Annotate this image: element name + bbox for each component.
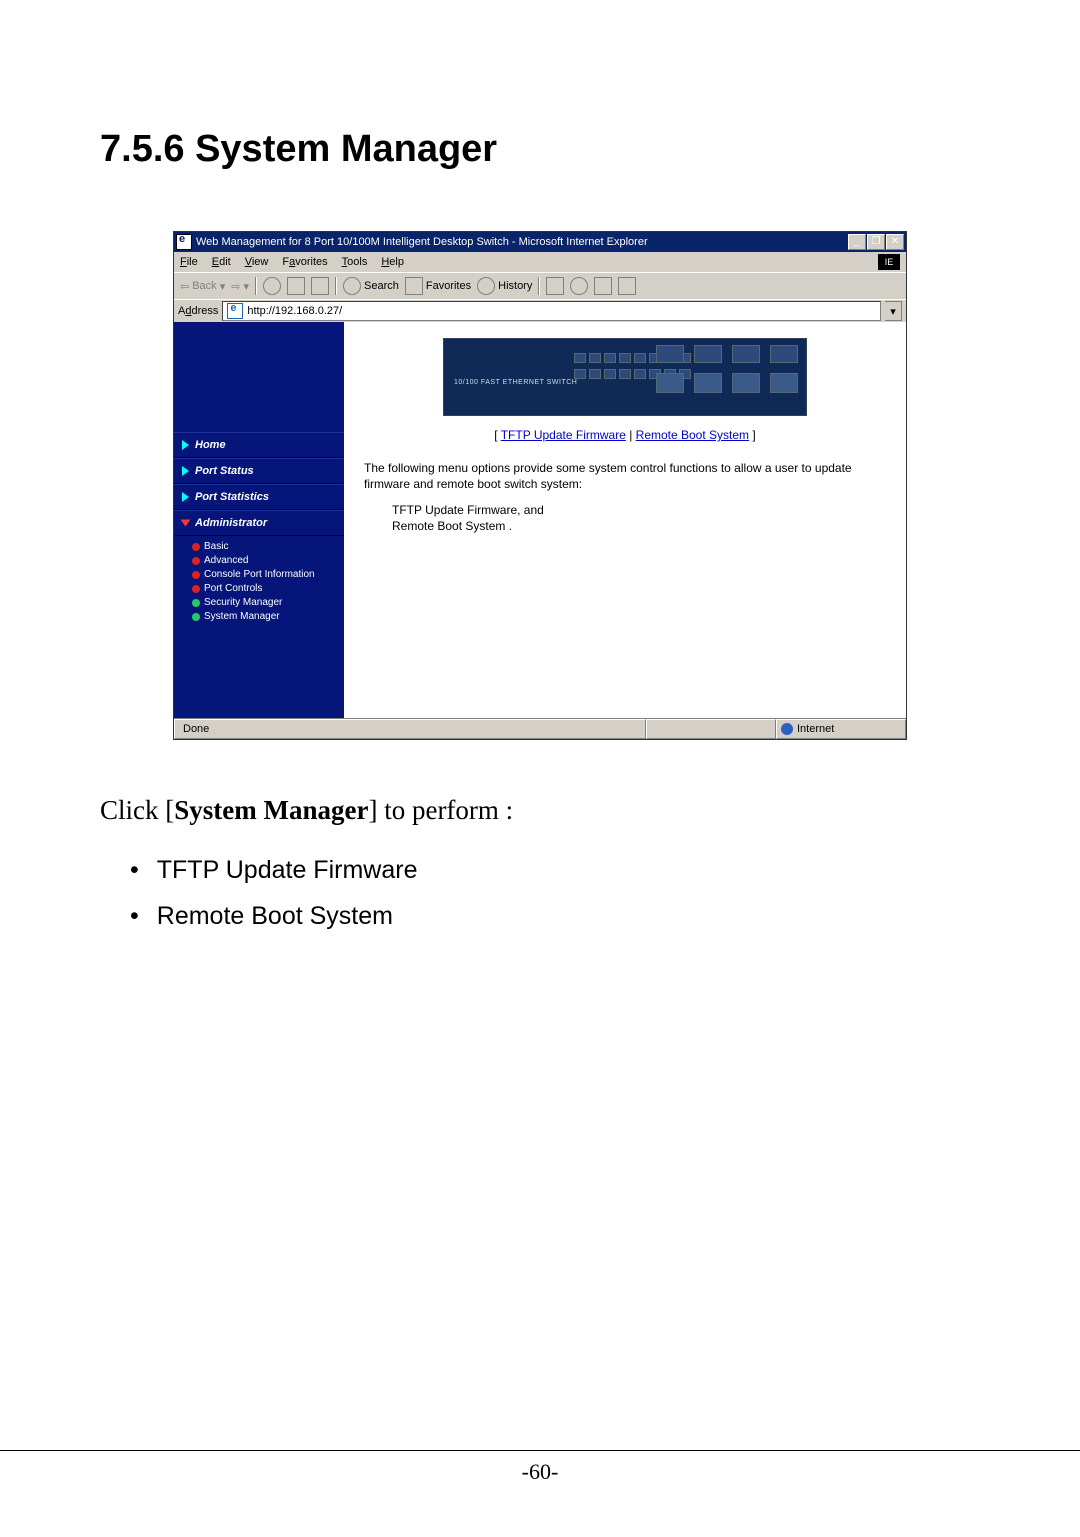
link-separator: | (626, 428, 636, 442)
menu-view[interactable]: View (245, 256, 269, 268)
search-button[interactable]: Search (343, 277, 399, 295)
forward-button[interactable]: ⇨ ▾ (231, 280, 249, 293)
mail-icon[interactable] (546, 277, 564, 295)
stop-icon[interactable] (263, 277, 281, 295)
bullet-icon (192, 585, 200, 593)
bullet-icon (192, 599, 200, 607)
arrow-icon (182, 492, 189, 502)
menu-help[interactable]: Help (381, 256, 404, 268)
toolbar: ⇦ Back ▾ ⇨ ▾ Search Favorites History (174, 272, 906, 299)
menu-file[interactable]: File (180, 256, 198, 268)
sidebar-item-label: Administrator (195, 517, 267, 529)
sidebar-sub-console[interactable]: Console Port Information (192, 568, 344, 582)
sidebar-sub-system-manager[interactable]: System Manager (192, 610, 344, 624)
address-value: http://192.168.0.27/ (247, 305, 342, 317)
sidebar-sub-advanced[interactable]: Advanced (192, 554, 344, 568)
minimize-button[interactable]: _ (848, 234, 866, 250)
sidebar-item-home[interactable]: Home (174, 432, 344, 458)
page-description: The following menu options provide some … (344, 460, 906, 492)
device-graphic: 10/100 FAST ETHERNET SWITCH (443, 338, 807, 416)
sidebar-item-administrator[interactable]: Administrator (174, 510, 344, 536)
instruction-bullet-2: Remote Boot System (130, 896, 980, 936)
home-icon[interactable] (311, 277, 329, 295)
back-button[interactable]: ⇦ Back ▾ (180, 280, 225, 293)
sidebar-sub-port-controls[interactable]: Port Controls (192, 582, 344, 596)
discuss-icon[interactable] (618, 277, 636, 295)
address-dropdown-button[interactable]: ▾ (885, 301, 902, 321)
section-heading: 7.5.6 System Manager (100, 128, 980, 171)
sidebar-item-label: Home (195, 439, 226, 451)
main-content: 10/100 FAST ETHERNET SWITCH [ TFTP Updat… (344, 322, 906, 718)
arrow-down-icon (181, 520, 191, 527)
favorites-button[interactable]: Favorites (405, 277, 471, 295)
menu-tools[interactable]: Tools (342, 256, 368, 268)
edit-icon[interactable] (594, 277, 612, 295)
page-number: -60- (0, 1450, 1080, 1485)
sidebar-item-port-status[interactable]: Port Status (174, 458, 344, 484)
link-tftp-update-firmware[interactable]: TFTP Update Firmware (501, 428, 626, 442)
page-icon (227, 303, 243, 319)
bullet-icon (192, 557, 200, 565)
refresh-icon[interactable] (287, 277, 305, 295)
device-label: 10/100 FAST ETHERNET SWITCH (454, 379, 577, 386)
history-button[interactable]: History (477, 277, 532, 295)
sidebar-sub-security-manager[interactable]: Security Manager (192, 596, 344, 610)
page-links: [ TFTP Update Firmware | Remote Boot Sys… (344, 428, 906, 442)
sidebar-sub-basic[interactable]: Basic (192, 540, 344, 554)
sidebar-item-label: Port Statistics (195, 491, 269, 503)
close-button[interactable]: ✕ (886, 234, 904, 250)
print-icon[interactable] (570, 277, 588, 295)
menu-favorites[interactable]: Favorites (282, 256, 327, 268)
status-bar: Done Internet (174, 718, 906, 739)
screenshot-ie-window: Web Management for 8 Port 10/100M Intell… (173, 231, 907, 740)
status-text: Done (183, 723, 209, 735)
status-left: Done (174, 719, 646, 739)
address-label: Address (178, 305, 218, 317)
bullet-icon (192, 571, 200, 579)
zone-text: Internet (797, 723, 834, 735)
sidebar-item-label: Port Status (195, 465, 254, 477)
status-zone: Internet (776, 719, 906, 739)
sidebar-nav: Home Port Status Port Statistics Adminis… (174, 322, 344, 718)
window-title: Web Management for 8 Port 10/100M Intell… (196, 236, 848, 248)
bullet-icon (192, 613, 200, 621)
ie-logo-icon: IE (878, 254, 900, 270)
address-bar: Address http://192.168.0.27/ ▾ (174, 299, 906, 322)
menu-edit[interactable]: Edit (212, 256, 231, 268)
globe-icon (781, 723, 793, 735)
status-mid (646, 719, 776, 739)
bracket: ] (749, 428, 756, 442)
arrow-icon (182, 466, 189, 476)
link-remote-boot-system[interactable]: Remote Boot System (636, 428, 749, 442)
sidebar-item-port-statistics[interactable]: Port Statistics (174, 484, 344, 510)
desc-item-2: Remote Boot System . (392, 518, 906, 534)
ie-icon (176, 234, 192, 250)
address-input[interactable]: http://192.168.0.27/ (222, 301, 881, 321)
menu-bar: File Edit View Favorites Tools Help IE (174, 252, 906, 272)
window-titlebar: Web Management for 8 Port 10/100M Intell… (174, 232, 906, 252)
desc-item-1: TFTP Update Firmware, and (392, 502, 906, 518)
instruction-text: Click [System Manager] to perform : (100, 790, 980, 830)
instruction-bullet-1: TFTP Update Firmware (130, 850, 980, 890)
maximize-button[interactable]: ❐ (867, 234, 885, 250)
bullet-icon (192, 543, 200, 551)
arrow-icon (182, 440, 189, 450)
